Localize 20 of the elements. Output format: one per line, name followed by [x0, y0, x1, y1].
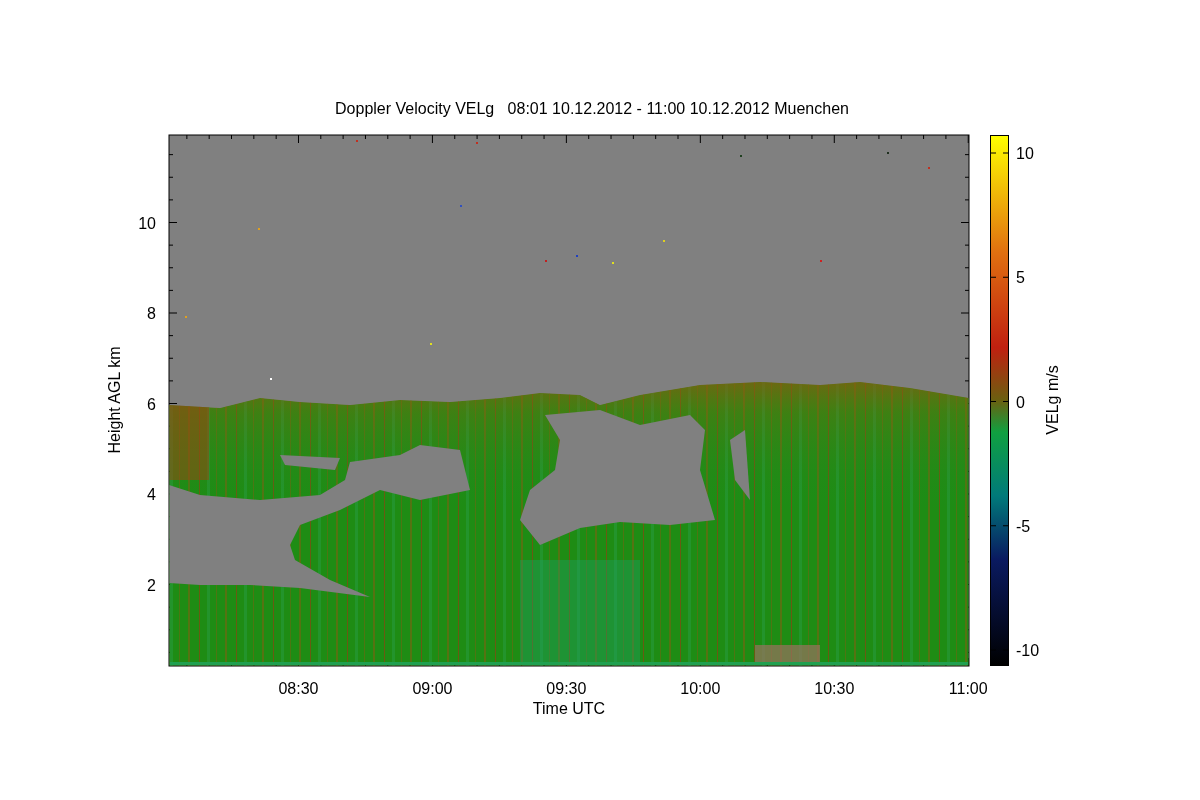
x-tick-label: 10:00	[680, 680, 721, 697]
y-axis-label: Height AGL km	[106, 346, 123, 454]
x-tick-label: 09:00	[412, 680, 453, 697]
colorbar-tick-label: 10	[1016, 145, 1034, 162]
chart-title: Doppler Velocity VELg 08:01 10.12.2012 - 11:00 10.12.2012 Muenchen	[335, 100, 849, 117]
colorbar-tick-label: -5	[1016, 517, 1031, 535]
x-tick-label: 10:30	[814, 680, 855, 697]
x-tick-label: 09:30	[546, 680, 587, 697]
colorbar-label: VELg m/s	[1044, 365, 1061, 435]
y-tick-label: 2	[147, 576, 156, 594]
colorbar-tick-label: 0	[1016, 393, 1025, 411]
y-tick-label: 10	[138, 214, 156, 232]
y-tick-label: 4	[147, 486, 156, 503]
x-tick-label: 11:00	[948, 680, 988, 697]
colorbar-tick-label: 5	[1016, 269, 1025, 287]
y-tick-label: 6	[147, 395, 156, 413]
y-tick-label: 8	[147, 305, 156, 322]
x-tick-label: 08:30	[278, 680, 319, 697]
colorbar-tick-label: -10	[1016, 642, 1040, 659]
x-axis-label: Time UTC	[532, 700, 606, 717]
